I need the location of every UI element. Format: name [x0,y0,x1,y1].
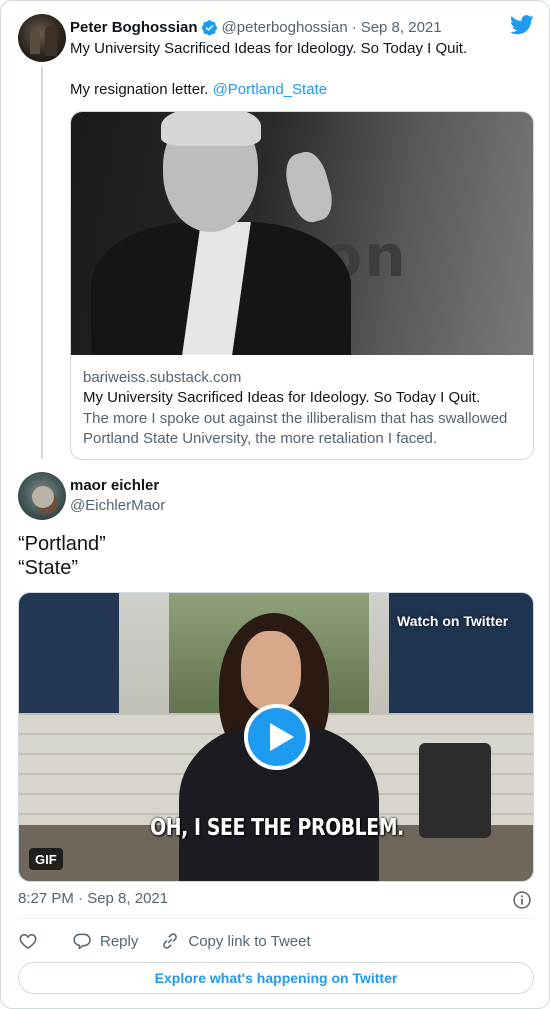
quoted-tweet-text-fragment: My resignation letter. [70,81,209,98]
tweet-embed-card: Peter Boghossian @peterboghossian · Sep … [0,0,550,1009]
play-button[interactable] [244,704,310,770]
gif-caption: OH, I SEE THE PROBLEM. [150,815,404,841]
quoted-author-name[interactable]: Peter Boghossian [70,19,198,36]
tweet-timestamp[interactable]: 8:27 PM · Sep 8, 2021 [18,890,168,907]
author-avatar[interactable] [18,472,66,520]
link-preview-meta: bariweiss.substack.com My University Sac… [83,369,523,449]
heart-icon [19,933,37,949]
avatar-figure [30,30,40,54]
quoted-author-avatar[interactable] [18,14,66,62]
like-button[interactable] [18,931,38,951]
quoted-tweet-date[interactable]: Sep 8, 2021 [361,19,442,36]
watch-on-twitter-button[interactable]: Watch on Twitter [385,607,520,635]
speaker-hand [280,148,338,226]
tweet-text-line: “State” [18,557,79,579]
reply-label: Reply [100,932,139,950]
quoted-tweet-text-line2: My resignation letter. @Portland_State [70,81,327,98]
avatar-figure [32,486,54,508]
author-name[interactable]: maor eichler [70,477,159,494]
twitter-bird-icon[interactable] [510,15,534,35]
info-icon[interactable] [512,890,532,910]
copy-link-button[interactable]: Copy link to Tweet [160,931,311,951]
link-description-line: Portland State University, the more reta… [83,430,438,447]
link-icon [163,933,178,949]
thread-connector-line [41,67,43,459]
quoted-tweet-text: My University Sacrificed Ideas for Ideol… [70,40,468,57]
tweet-text-line: “Portland” [18,533,106,555]
kitchen-cabinet [19,593,119,713]
link-preview-image: son [71,112,533,355]
verified-badge-icon [201,19,217,35]
action-bar: Reply Copy link to Tweet [18,929,311,953]
link-domain: bariweiss.substack.com [83,369,242,386]
divider [18,918,534,919]
reply-button[interactable]: Reply [72,931,138,951]
tweet-text: “Portland” “State” [18,532,106,580]
person-face [241,631,301,711]
quoted-tweet-header: Peter Boghossian @peterboghossian · Sep … [70,17,442,37]
separator-dot: · [351,18,357,36]
gif-badge: GIF [29,848,63,870]
explore-twitter-button[interactable]: Explore what's happening on Twitter [18,962,534,994]
gif-media[interactable]: OH, I SEE THE PROBLEM. Watch on Twitter … [18,592,534,882]
link-title: My University Sacrificed Ideas for Ideol… [83,389,481,406]
speaker-hair [161,112,261,146]
reply-icon [73,933,91,950]
author-handle[interactable]: @EichlerMaor [70,497,165,514]
link-preview-card[interactable]: son bariweiss.substack.com My University… [70,111,534,460]
play-icon [270,723,294,751]
copy-link-label: Copy link to Tweet [188,932,311,950]
link-description: The more I spoke out against the illiber… [83,409,523,449]
mention-link[interactable]: @Portland_State [213,81,327,98]
avatar-figure [45,26,57,56]
quoted-author-handle[interactable]: @peterboghossian [222,19,348,36]
link-description-line: The more I spoke out against the illiber… [83,410,508,427]
